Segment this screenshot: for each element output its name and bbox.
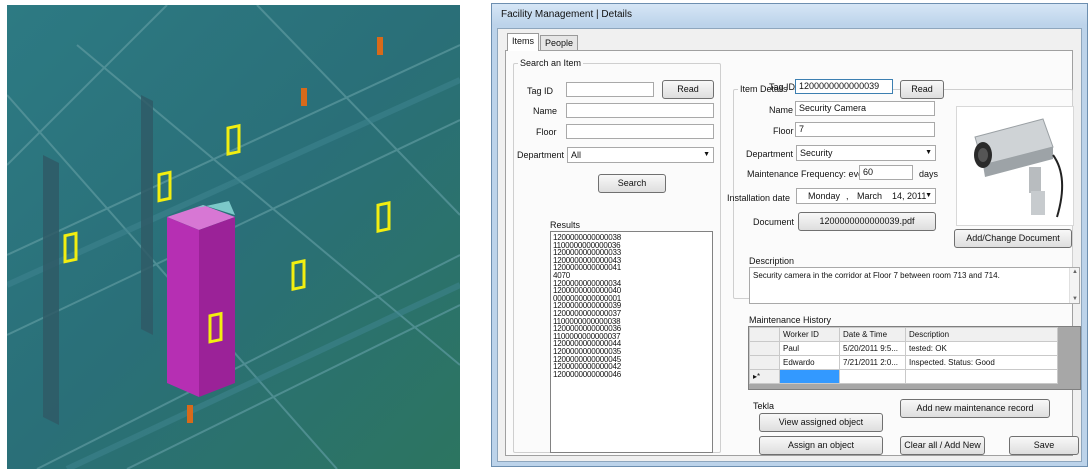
orange-marker — [187, 405, 193, 423]
col-date-time[interactable]: Date & Time — [839, 327, 906, 342]
installation-date-picker[interactable]: Monday , March 14, 2011 ▼ — [796, 188, 936, 204]
cell-description[interactable]: tested: OK — [905, 341, 1058, 356]
details-floor-label: Floor — [773, 126, 794, 136]
items-tab-panel: Search an Item Tag ID Read Name Floor De… — [505, 50, 1081, 456]
list-item[interactable]: 1200000000000046 — [553, 370, 712, 379]
results-listbox[interactable]: 1200000000000038 1100000000000036 12000000… — [550, 231, 713, 453]
window-title: Facility Management | Details — [501, 9, 632, 20]
search-name-input[interactable] — [566, 103, 714, 118]
facility-window: Facility Management | Details Items Peop… — [491, 3, 1088, 467]
clear-add-new-button[interactable]: Clear all / Add New — [900, 436, 985, 455]
scroll-down-icon[interactable]: ▼ — [1072, 296, 1078, 302]
results-list: 1200000000000038 1100000000000036 12000000… — [551, 232, 712, 378]
assign-object-button[interactable]: Assign an object — [759, 436, 883, 455]
history-table: Worker ID Date & Time Description Paul 5… — [749, 327, 1058, 384]
save-button[interactable]: Save — [1009, 436, 1079, 455]
search-tag-label: Tag ID — [527, 86, 554, 96]
new-row[interactable]: ▸* — [749, 369, 1058, 384]
history-header-row: Worker ID Date & Time Description — [749, 327, 1058, 342]
orange-marker — [301, 88, 307, 106]
search-name-label: Name — [533, 106, 558, 116]
cell-datetime[interactable]: 7/21/2011 2:0... — [839, 355, 906, 370]
description-label: Description — [749, 256, 795, 266]
results-label: Results — [550, 220, 581, 230]
model-scene — [7, 5, 460, 469]
security-camera-image — [974, 118, 1064, 218]
description-scrollbar[interactable]: ▲ ▼ — [1069, 268, 1079, 303]
scroll-up-icon[interactable]: ▲ — [1072, 269, 1078, 275]
search-department-label: Department — [517, 150, 565, 160]
install-separator: , — [846, 191, 849, 201]
new-row-worker-cell[interactable] — [779, 369, 840, 384]
chevron-down-icon: ▼ — [925, 192, 932, 199]
new-row-datetime-cell[interactable] — [839, 369, 906, 384]
install-date: March 14, 2011 — [857, 191, 927, 201]
item-photo — [956, 106, 1074, 226]
orange-marker — [377, 37, 383, 55]
details-tag-input[interactable]: 1200000000000039 — [795, 79, 893, 94]
cell-worker[interactable]: Paul — [779, 341, 840, 356]
installation-date-label: Installation date — [727, 193, 791, 203]
description-textarea[interactable]: Security camera in the corridor at Floor… — [749, 267, 1080, 304]
cell-description[interactable]: Inspected. Status: Good — [905, 355, 1058, 370]
details-name-label: Name — [769, 105, 794, 115]
tekla-label: Tekla — [753, 401, 775, 411]
new-row-description-cell[interactable] — [905, 369, 1058, 384]
details-name-input[interactable]: Security Camera — [795, 101, 935, 116]
tab-people[interactable]: People — [540, 35, 579, 51]
list-item[interactable]: 1200000000000041 — [553, 264, 712, 272]
row-header-corner — [749, 327, 780, 342]
window-client: Items People Search an Item Tag ID Read … — [497, 28, 1082, 462]
view-assigned-object-button[interactable]: View assigned object — [759, 413, 883, 432]
add-change-document-button[interactable]: Add/Change Document — [954, 229, 1072, 248]
description-text: Security camera in the corridor at Floor… — [753, 271, 1000, 280]
maint-frequency-input[interactable]: 60 — [859, 165, 913, 180]
search-button[interactable]: Search — [598, 174, 666, 193]
search-department-select[interactable]: All ▼ — [567, 147, 714, 163]
search-floor-input[interactable] — [566, 124, 714, 139]
search-group-legend: Search an Item — [520, 58, 582, 68]
table-row[interactable]: Paul 5/20/2011 9:5... tested: OK — [749, 341, 1058, 356]
cell-datetime[interactable]: 5/20/2011 9:5... — [839, 341, 906, 356]
selected-column[interactable] — [167, 201, 235, 397]
search-read-button[interactable]: Read — [662, 80, 714, 99]
table-row[interactable]: Edwardo 7/21/2011 2:0... Inspected. Stat… — [749, 355, 1058, 370]
maint-frequency-label: Maintenance Frequency: every — [747, 169, 871, 179]
search-department-value: All — [571, 150, 582, 160]
chevron-down-icon: ▼ — [925, 149, 932, 156]
document-label: Document — [753, 217, 795, 227]
details-floor-input[interactable]: 7 — [795, 122, 935, 137]
add-maintenance-record-button[interactable]: Add new maintenance record — [900, 399, 1050, 418]
model-viewport[interactable] — [7, 5, 460, 469]
document-button[interactable]: 1200000000000039.pdf — [798, 212, 936, 231]
row-header[interactable] — [749, 341, 780, 356]
maint-frequency-unit: days — [919, 169, 939, 179]
cell-worker[interactable]: Edwardo — [779, 355, 840, 370]
maintenance-history-grid[interactable]: Worker ID Date & Time Description Paul 5… — [748, 326, 1081, 390]
title-bar[interactable]: Facility Management | Details — [492, 4, 1087, 25]
row-header[interactable] — [749, 355, 780, 370]
details-department-label: Department — [746, 149, 794, 159]
details-department-select[interactable]: Security ▼ — [796, 145, 936, 161]
details-department-value: Security — [800, 148, 833, 158]
details-tag-label: Tag ID — [769, 82, 796, 92]
col-worker-id[interactable]: Worker ID — [779, 327, 840, 342]
tab-items[interactable]: Items — [507, 33, 540, 51]
install-weekday: Monday — [808, 191, 841, 201]
chevron-down-icon: ▼ — [703, 151, 710, 158]
maintenance-history-label: Maintenance History — [749, 315, 832, 325]
details-read-button[interactable]: Read — [900, 80, 944, 99]
col-description[interactable]: Description — [905, 327, 1058, 342]
search-tag-input[interactable] — [566, 82, 654, 97]
new-row-marker: ▸* — [749, 369, 780, 384]
search-floor-label: Floor — [536, 127, 557, 137]
